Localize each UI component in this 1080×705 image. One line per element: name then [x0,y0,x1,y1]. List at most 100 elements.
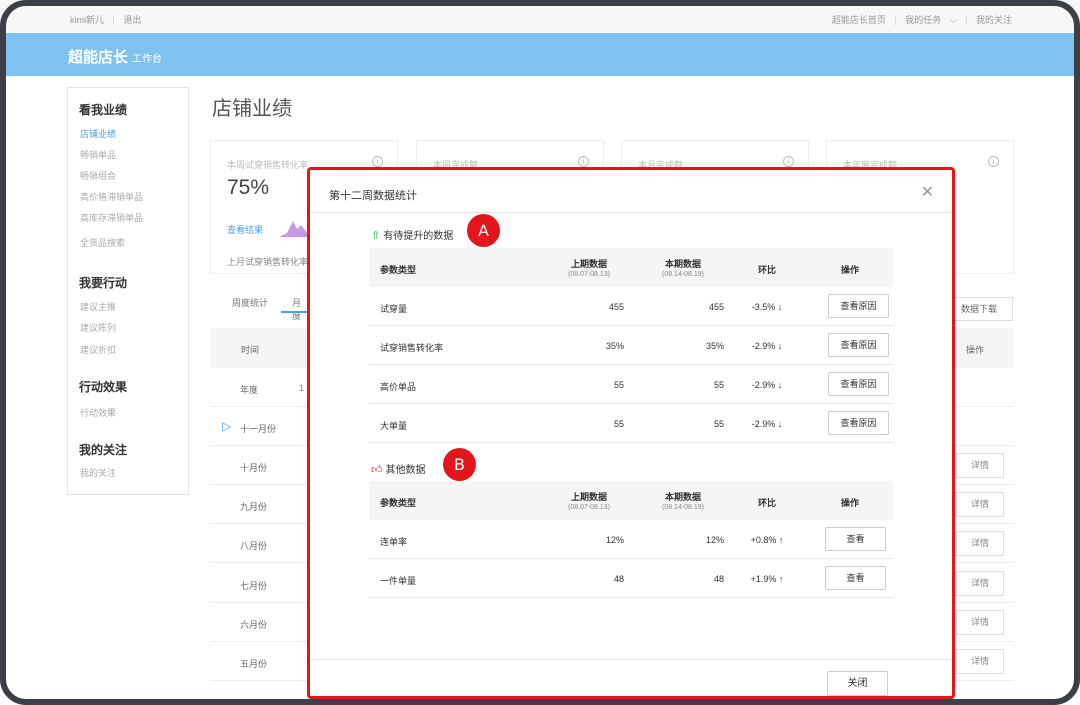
col-prev-range: (08.07-08.13) [567,504,611,511]
sidebar-item-best-combo[interactable]: 畅销组合 [80,169,116,182]
row-cur: 12% [705,535,724,545]
brand-logo[interactable]: 超能店长 工作台 [68,46,162,67]
tab-active-indicator [281,311,311,313]
view-button[interactable]: 查看 [825,566,886,590]
stat-card-label: 本周试穿销售转化率 [227,160,309,170]
col-cur-range: (08.14-08.19) [661,504,705,511]
info-icon[interactable]: i [372,156,383,167]
table-row: 连单率 12% 12% +0.8% ↑ 查看 [369,520,893,559]
view-reason-button[interactable]: 查看原因 [828,294,889,318]
sidebar-item-suggest-discount[interactable]: 建议折扣 [80,343,116,356]
row-month: 年度 [240,385,259,395]
col-name: 参数类型 [380,498,417,508]
table-header: 参数类型 上期数据 (08.07-08.13) 本期数据 (08.14-08.19)… [369,481,893,520]
view-reason-button[interactable]: 查看原因 [828,333,889,357]
table-row: 一件单量 48 48 +1.9% ↑ 查看 [369,559,893,598]
row-month: 九月份 [240,502,268,512]
top-bar: kimi新儿 | 退出 超能店长首页 | 我的任务 ⌵ | 我的关注 [0,0,1080,33]
col-chg: 环比 [757,265,776,275]
sidebar: 看我业绩 店铺业绩 畅销单品 畅销组合 高价格滞销单品 高库存滞销单品 全货品搜… [67,87,189,495]
row-cur: 35% [705,341,724,351]
col-prev: 上期数据 (08.07-08.13) [554,490,624,511]
sidebar-item-search-all[interactable]: 全货品搜索 [80,236,125,249]
col-name: 参数类型 [380,265,417,275]
sidebar-item-suggest-promote[interactable]: 建议主推 [80,300,116,313]
sidebar-item-shop-performance[interactable]: 店铺业绩 [80,127,116,140]
section-a-label: 有待提升的数据 [383,231,454,242]
section-b-label: 其他数据 [385,465,426,476]
row-prev: 455 [608,302,624,312]
info-icon[interactable]: i [988,156,999,167]
sidebar-item-action-effect[interactable]: 行动效果 [80,406,116,419]
download-button[interactable]: 数据下载 [945,297,1013,321]
follow-link[interactable]: 我的关注 [976,15,1012,25]
chevron-down-icon[interactable]: ⌵ [950,15,957,25]
col-cur: 本期数据 (08.14-08.19) [648,257,718,278]
detail-button[interactable]: 详情 [956,610,1004,635]
period-tabs: 周度统计 月度 [232,296,301,321]
row-change: +1.9% ↑ [750,574,784,584]
divider: | [894,15,897,25]
row-cur: 48 [713,574,724,584]
home-link[interactable]: 超能店长首页 [832,15,886,25]
table-row: 高价单品 55 55 -2.9% ↓ 查看原因 [369,365,893,404]
row-change: -3.5% ↓ [751,302,783,312]
view-reason-button[interactable]: 查看原因 [828,411,889,435]
col-prev-label: 上期数据 [570,259,607,269]
sidebar-item-suggest-display[interactable]: 建议陈列 [80,321,116,334]
row-prev: 48 [613,574,624,584]
row-month: 五月份 [240,659,268,669]
row-name: 大单量 [380,421,408,431]
thumbs-up-icon: 👍︎ [371,464,383,476]
sidebar-item-bestseller[interactable]: 畅销单品 [80,148,116,161]
col-prev: 上期数据 (08.07-08.13) [554,257,624,278]
close-icon[interactable]: ✕ [921,182,934,202]
play-icon[interactable]: ▷ [222,419,231,433]
stats-dialog: 第十二周数据统计 ✕ ⇧ 有待提升的数据 A 参数类型 上期数据 (08.07-08… [310,170,952,696]
app-header: 超能店长 工作台 [0,33,1080,76]
row-cur: 455 [708,302,724,312]
sidebar-group-title: 行动效果 [79,380,128,394]
sidebar-group-title: 我要行动 [79,276,128,290]
info-icon[interactable]: i [578,156,589,167]
row-prev: 35% [605,341,624,351]
sidebar-item-high-price-slow[interactable]: 高价格滞销单品 [80,190,143,203]
logout-link[interactable]: 退出 [123,15,141,25]
divider: | [965,15,968,25]
sidebar-item-high-stock-slow[interactable]: 高库存滞销单品 [80,211,143,224]
detail-button[interactable]: 详情 [956,649,1004,674]
section-a-title: ⇧ 有待提升的数据 [371,227,453,242]
user-name[interactable]: kimi新儿 [70,15,104,25]
close-button[interactable]: 关闭 [827,671,888,696]
row-value: 1 [299,383,305,393]
sidebar-group-title: 我的关注 [79,443,128,457]
table-row: 试穿量 455 455 -3.5% ↓ 查看原因 [369,287,893,326]
brand-name: 超能店长 [68,49,129,66]
tab-weekly[interactable]: 周度统计 [232,298,268,308]
view-button[interactable]: 查看 [825,527,886,551]
sidebar-item-my-follow[interactable]: 我的关注 [80,466,116,479]
col-time: 时间 [241,345,260,355]
detail-button[interactable]: 详情 [956,531,1004,556]
col-cur-label: 本期数据 [664,259,701,269]
view-result-link[interactable]: 查看结果 [227,223,263,236]
detail-button[interactable]: 详情 [956,571,1004,596]
view-reason-button[interactable]: 查看原因 [828,372,889,396]
row-month: 十月份 [240,463,268,473]
row-change: -2.9% ↓ [751,341,783,351]
row-change: -2.9% ↓ [751,419,783,429]
divider: | [112,15,115,25]
col-cur-range: (08.14-08.19) [661,271,705,278]
row-prev: 12% [605,535,624,545]
table-row: 大单量 55 55 -2.9% ↓ 查看原因 [369,404,893,443]
row-name: 一件单量 [380,576,417,586]
tab-monthly[interactable]: 月度 [292,296,301,322]
detail-button[interactable]: 详情 [956,453,1004,478]
detail-button[interactable]: 详情 [956,492,1004,517]
info-icon[interactable]: i [783,156,794,167]
tasks-link[interactable]: 我的任务 [905,15,941,25]
col-chg: 环比 [757,498,776,508]
annotation-marker-a: A [467,214,500,247]
col-prev-range: (08.07-08.13) [567,271,611,278]
row-month: 八月份 [240,541,268,551]
